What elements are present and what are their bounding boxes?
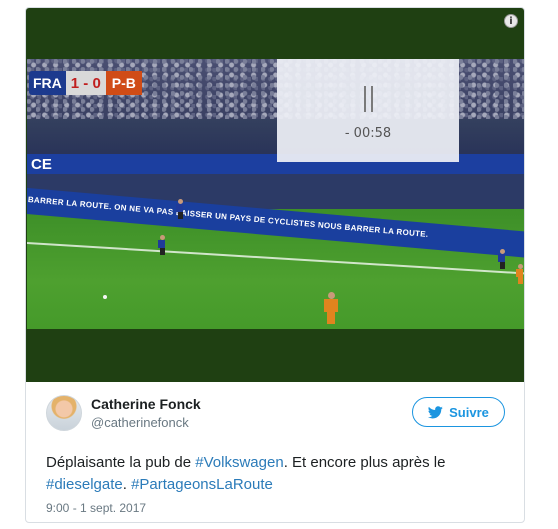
- tweet-text: Déplaisante la pub de #Volkswagen. Et en…: [46, 452, 506, 496]
- player-orange-keeper: [324, 292, 338, 324]
- video-pause-overlay[interactable]: - 00:58: [277, 59, 459, 162]
- tweet-media-video[interactable]: i CE BARRER LA ROUTE. ON NE VA PAS LAISS…: [26, 8, 524, 382]
- tweet-author[interactable]: Catherine Fonck @catherinefonck: [46, 395, 201, 431]
- twitter-bird-icon: [428, 405, 443, 418]
- hashtag-link[interactable]: #dieselgate: [46, 476, 123, 493]
- pause-icon[interactable]: [363, 86, 373, 112]
- hashtag-link[interactable]: #Volkswagen: [195, 454, 283, 471]
- tweet-text-segment: .: [122, 476, 132, 493]
- video-frame[interactable]: CE BARRER LA ROUTE. ON NE VA PAS LAISSER…: [27, 59, 524, 329]
- player-blue: [498, 249, 505, 269]
- tweet-card: i CE BARRER LA ROUTE. ON NE VA PAS LAISS…: [25, 7, 525, 523]
- info-icon[interactable]: i: [504, 14, 518, 28]
- scoreboard: FRA 1 - 0 P-B: [29, 71, 161, 95]
- scoreboard-score: 1 - 0: [65, 71, 106, 95]
- tweet-timestamp[interactable]: 9:00 - 1 sept. 2017: [46, 501, 146, 515]
- scoreboard-home-team: FRA: [29, 71, 66, 95]
- author-name[interactable]: Catherine Fonck: [91, 396, 201, 412]
- player-blue: [176, 199, 183, 219]
- follow-button[interactable]: Suivre: [412, 397, 505, 427]
- football: [103, 295, 107, 299]
- tweet-text-segment: . Et encore plus après le: [283, 454, 446, 471]
- hashtag-link[interactable]: #PartageonsLaRoute: [131, 476, 273, 493]
- player-orange: [516, 264, 523, 284]
- avatar[interactable]: [46, 395, 82, 431]
- follow-button-label: Suivre: [449, 404, 489, 420]
- video-time-remaining: - 00:58: [344, 126, 392, 141]
- scoreboard-away-team: P-B: [105, 71, 142, 95]
- author-handle[interactable]: @catherinefonck: [91, 415, 201, 430]
- player-blue: [158, 235, 165, 255]
- upper-ad-board-text: CE: [31, 156, 52, 173]
- tweet-text-segment: Déplaisante la pub de: [46, 454, 196, 471]
